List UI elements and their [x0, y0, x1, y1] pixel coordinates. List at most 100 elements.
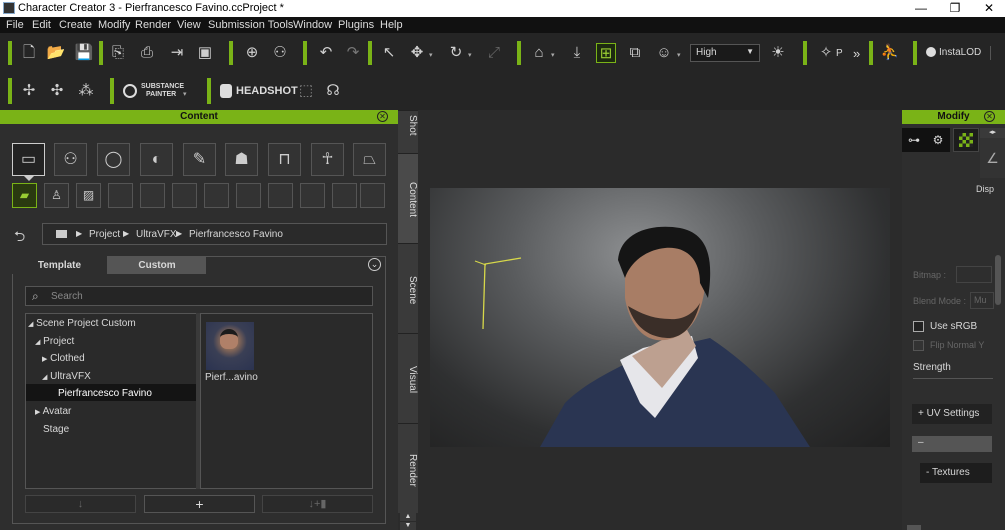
textures-section[interactable]: - Textures: [920, 463, 992, 483]
menu-edit[interactable]: Edit: [32, 19, 51, 31]
rotate-icon[interactable]: ↻: [446, 43, 466, 63]
download-button[interactable]: ↓: [25, 495, 136, 513]
tree-item-avatar[interactable]: ▶ Avatar: [35, 406, 71, 417]
move-dropdown-icon[interactable]: ▾: [429, 51, 433, 59]
empty-subtile[interactable]: [204, 183, 229, 208]
menu-file[interactable]: File: [6, 19, 24, 31]
motion-tab-icon[interactable]: ⚙: [926, 128, 950, 152]
menu-help[interactable]: Help: [380, 19, 403, 31]
rotate-dropdown-icon[interactable]: ▾: [468, 51, 472, 59]
uv-settings-section[interactable]: + UV Settings: [912, 404, 992, 424]
displacement-icon[interactable]: ∠: [980, 138, 1005, 178]
content-close-icon[interactable]: ✕: [377, 111, 388, 122]
empty-subtile[interactable]: [360, 183, 385, 208]
menu-view[interactable]: View: [177, 19, 201, 31]
frame-all-icon[interactable]: ⧉: [625, 43, 645, 63]
tree-item-pierfrancesco-favino[interactable]: Pierfrancesco Favino: [58, 388, 152, 399]
more-tools-button[interactable]: »: [853, 46, 860, 61]
import-icon[interactable]: ⎘: [108, 43, 128, 63]
figure-icon[interactable]: ⛹: [880, 43, 900, 63]
empty-subtile[interactable]: [300, 183, 325, 208]
tabs-options-icon[interactable]: ⌄: [368, 258, 381, 271]
tab-shot[interactable]: Shot: [398, 110, 418, 153]
tree-item-stage[interactable]: Stage: [43, 424, 69, 435]
global-icon[interactable]: ⊕: [242, 43, 262, 63]
breadcrumb-project[interactable]: Project: [89, 229, 120, 240]
close-button[interactable]: ✕: [972, 0, 1005, 17]
bitmap-field[interactable]: [956, 266, 992, 283]
sculpt-icon[interactable]: ✣: [47, 81, 67, 101]
light-icon[interactable]: ☀: [768, 43, 788, 63]
open-folder-icon[interactable]: 📂: [46, 43, 66, 63]
accessory-category-tile[interactable]: ⊓: [268, 143, 301, 176]
image-subtile[interactable]: ▨: [76, 183, 101, 208]
morph-icon[interactable]: ✢: [19, 81, 39, 101]
menu-window[interactable]: Window: [293, 19, 332, 31]
material-category-tile[interactable]: ◐: [140, 143, 173, 176]
menu-submission-tools[interactable]: Submission Tools: [208, 19, 293, 31]
tab-render[interactable]: Render: [398, 423, 418, 513]
body-category-tile[interactable]: ⚇: [54, 143, 87, 176]
move-icon[interactable]: ✥: [407, 43, 427, 63]
save-icon[interactable]: 💾: [74, 43, 94, 63]
avatar-subtile[interactable]: ♙: [44, 183, 69, 208]
undo-icon[interactable]: ↶: [316, 43, 336, 63]
home-camera-icon[interactable]: ⌂: [529, 43, 549, 63]
face-dropdown-icon[interactable]: ▾: [677, 51, 681, 59]
substance-painter-button[interactable]: SUBSTANCE PAINTER: [141, 83, 184, 99]
blend-mode-select[interactable]: Mu: [970, 292, 994, 309]
material-balls-icon[interactable]: ⁂: [76, 81, 96, 101]
tree-item-ultravfx[interactable]: ◢ UltraVFX: [42, 371, 91, 382]
face-icon[interactable]: ☺: [654, 43, 674, 63]
instalod-button[interactable]: InstaLOD: [939, 47, 981, 58]
avatar-thumbnail[interactable]: [206, 322, 254, 370]
tree-item-clothed[interactable]: ▶ Clothed: [42, 353, 85, 364]
package-icon[interactable]: ▣: [195, 43, 215, 63]
tree-item-project[interactable]: ◢ Project: [35, 336, 74, 347]
substance-dropdown-icon[interactable]: ▾: [183, 90, 187, 98]
modify-tabs-scroll-icon[interactable]: ◂▸: [980, 128, 1005, 138]
empty-subtile[interactable]: [108, 183, 133, 208]
minimize-button[interactable]: —: [904, 0, 938, 17]
menu-render[interactable]: Render: [135, 19, 171, 31]
tab-custom[interactable]: Custom: [108, 256, 206, 274]
apply-button[interactable]: ↓+▮: [262, 495, 373, 513]
empty-subtile[interactable]: [140, 183, 165, 208]
send-to-icon[interactable]: ⇥: [167, 43, 187, 63]
makeup-category-tile[interactable]: ✎: [183, 143, 216, 176]
menu-modify[interactable]: Modify: [98, 19, 130, 31]
stage-category-tile[interactable]: ⏢: [353, 143, 386, 176]
headshot-button[interactable]: HEADSHOT: [236, 85, 298, 97]
empty-subtile[interactable]: [236, 183, 261, 208]
folder-subtile[interactable]: ▰: [12, 183, 37, 208]
empty-subtile[interactable]: [172, 183, 197, 208]
breadcrumb-ultravfx[interactable]: UltraVFX: [136, 229, 177, 240]
use-srgb-checkbox[interactable]: [913, 321, 924, 332]
toolbar-scroll-handle[interactable]: [990, 46, 1000, 60]
fit-down-icon[interactable]: ⤓: [567, 43, 587, 63]
tabs-scroll-up-icon[interactable]: ▲: [400, 513, 416, 521]
modify-close-icon[interactable]: ✕: [984, 111, 995, 122]
tab-content[interactable]: Content: [398, 153, 418, 243]
frame-selected-icon[interactable]: ⊞: [596, 43, 616, 63]
flip-normal-checkbox[interactable]: [913, 340, 924, 351]
tree-item-scene-project-custom[interactable]: ◢ Scene Project Custom: [28, 318, 136, 329]
new-file-icon[interactable]: 🗋: [19, 43, 39, 63]
modify-scrollbar[interactable]: [995, 255, 1001, 305]
maximize-button[interactable]: ❐: [938, 0, 972, 17]
magic-wand-icon[interactable]: ✧: [816, 43, 836, 63]
clothing-category-tile[interactable]: ☗: [225, 143, 258, 176]
morph-slider-tab-icon[interactable]: ⊶: [902, 128, 926, 152]
folder-category-tile[interactable]: ▭: [12, 143, 45, 176]
back-arrow-icon[interactable]: ⮌: [14, 226, 25, 250]
breadcrumb-current[interactable]: Pierfrancesco Favino: [189, 229, 283, 240]
scale-icon[interactable]: ⤢: [484, 43, 504, 63]
export-icon[interactable]: ⎙: [137, 43, 157, 63]
empty-subtile[interactable]: [332, 183, 357, 208]
pose-icon[interactable]: ⚇: [270, 43, 290, 63]
search-input[interactable]: ⌕ Search: [25, 286, 373, 306]
tabs-scroll-down-icon[interactable]: ▼: [400, 522, 416, 530]
modify-bottom-scroll-handle[interactable]: [907, 525, 921, 530]
menu-plugins[interactable]: Plugins: [338, 19, 374, 31]
head-mesh-icon[interactable]: ⬚: [296, 81, 316, 101]
